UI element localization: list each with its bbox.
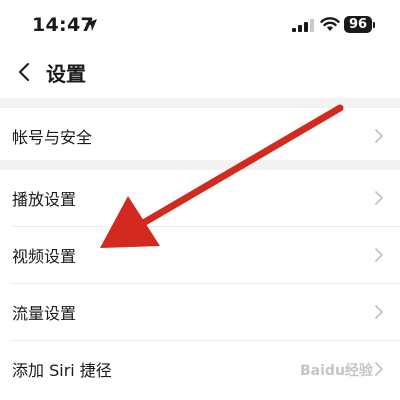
watermark: Baidu经验 (300, 363, 373, 379)
annotation-arrow (100, 104, 344, 248)
